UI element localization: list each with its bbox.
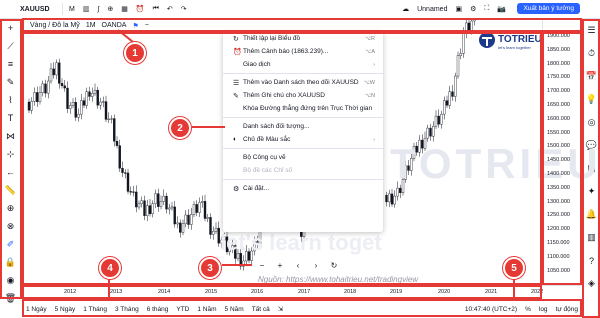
- layout-grid-icon[interactable]: ▣: [451, 0, 466, 19]
- annotation-box-left: [0, 19, 22, 299]
- cloud-icon[interactable]: ☁: [398, 0, 413, 19]
- annotation-box-top: [22, 18, 582, 32]
- callout-2: 2: [169, 117, 191, 139]
- interval-button[interactable]: M: [65, 0, 79, 19]
- add-symbol-icon[interactable]: ⊕: [103, 0, 117, 19]
- annotation-box-xaxis: [22, 285, 542, 299]
- templates-icon[interactable]: ▦: [117, 0, 132, 19]
- callout-1: 1: [124, 42, 146, 64]
- top-toolbar: XAUUSD M ▥ ∫ ⊕ ▦ ⏰ ⏮ ↶ ↷ ☁ Unnamed ▣ ⚙ ⛶…: [0, 0, 600, 19]
- callout-4: 4: [99, 257, 121, 279]
- fullscreen-icon[interactable]: ⛶: [480, 0, 493, 19]
- replay-icon[interactable]: ⏮: [149, 0, 163, 19]
- candle-type-icon[interactable]: ▥: [79, 0, 94, 19]
- annotation-box-yaxis: [542, 32, 582, 285]
- annotation-box-right: [582, 19, 600, 318]
- publish-idea-button[interactable]: Xuất bản ý tưởng: [517, 3, 580, 14]
- symbol-search[interactable]: XAUUSD: [0, 0, 60, 19]
- redo-icon[interactable]: ↷: [177, 0, 191, 19]
- camera-icon[interactable]: 📷: [493, 0, 510, 19]
- callout-5: 5: [503, 257, 525, 279]
- alert-icon[interactable]: ⏰: [132, 0, 149, 19]
- settings-icon[interactable]: ⚙: [466, 0, 480, 19]
- layout-name[interactable]: Unnamed: [413, 0, 451, 19]
- indicators-icon[interactable]: ∫: [93, 0, 103, 19]
- annotation-box-main: [22, 32, 542, 285]
- callout-3: 3: [199, 257, 221, 279]
- annotation-box-bottom: [22, 299, 582, 317]
- undo-icon[interactable]: ↶: [163, 0, 177, 19]
